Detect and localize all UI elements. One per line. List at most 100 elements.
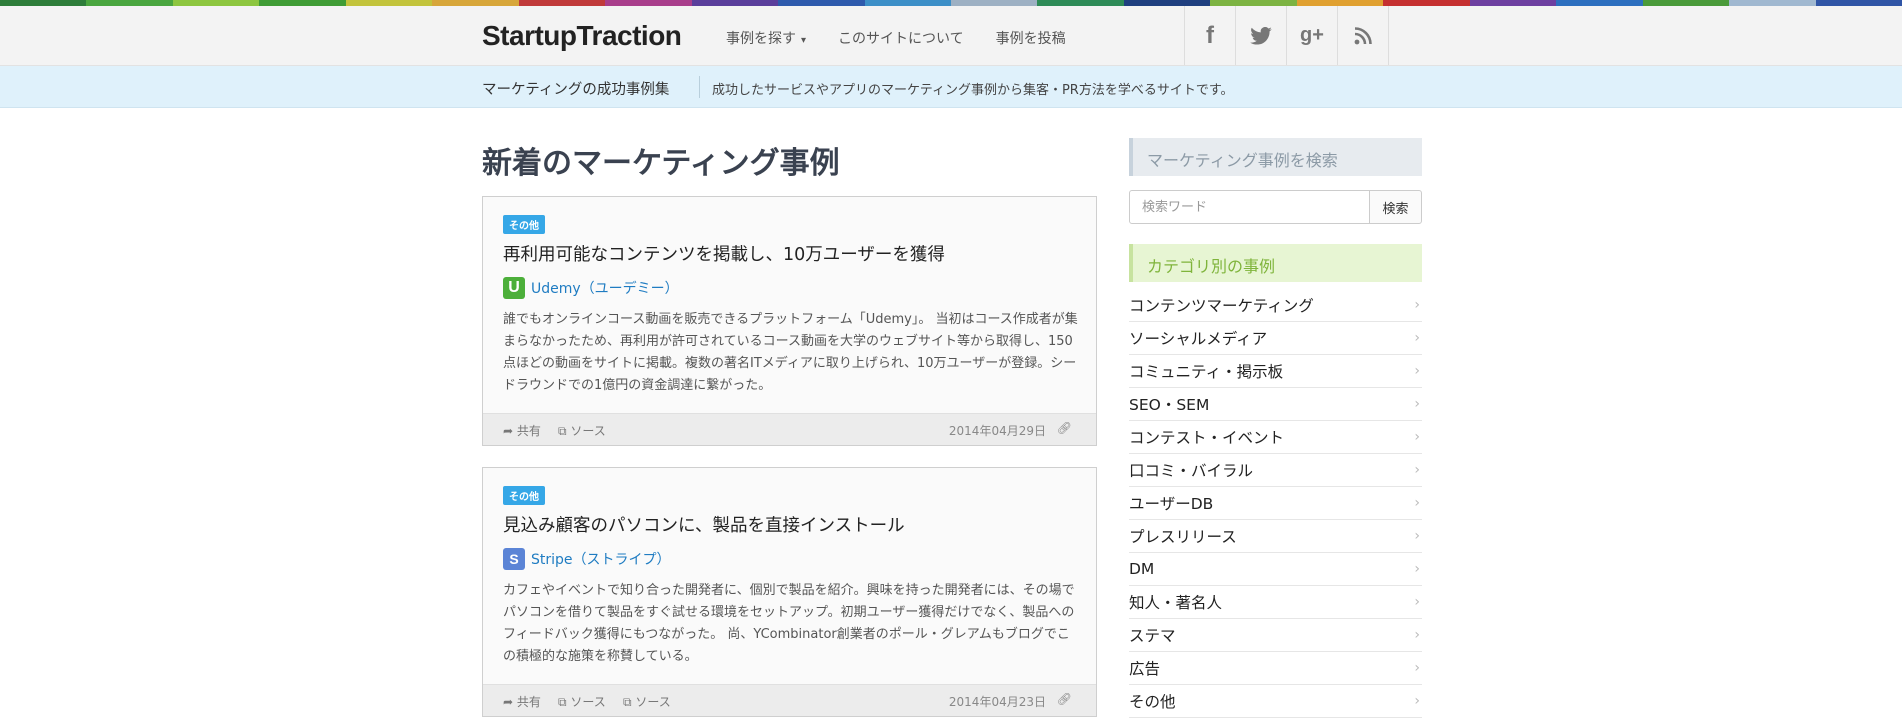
chevron-right-icon: › xyxy=(1414,627,1420,643)
chevron-right-icon: › xyxy=(1414,495,1420,511)
share-icon: ➦ xyxy=(503,695,517,709)
category-item[interactable]: 知人・著名人 › xyxy=(1129,586,1422,619)
chevron-right-icon: › xyxy=(1414,660,1420,676)
category-item[interactable]: コミュニティ・掲示板 › xyxy=(1129,355,1422,388)
category-item[interactable]: プレスリリース › xyxy=(1129,520,1422,553)
tagline-bar: マーケティングの成功事例集 成功したサービスやアプリのマーケティング事例から集客… xyxy=(0,66,1902,108)
case-description: 誰でもオンラインコース動画を販売できるプラットフォーム「Udemy」。 当初はコ… xyxy=(503,312,1078,393)
category-label: プレスリリース xyxy=(1129,528,1237,546)
chevron-right-icon: › xyxy=(1414,561,1420,577)
chevron-right-icon: › xyxy=(1414,330,1420,346)
category-badge[interactable]: その他 xyxy=(503,486,545,505)
category-heading-label: カテゴリ別の事例 xyxy=(1147,257,1276,276)
share-button[interactable]: ➦ 共有 xyxy=(503,422,541,439)
share-label: 共有 xyxy=(516,695,541,709)
category-item[interactable]: ステマ › xyxy=(1129,619,1422,652)
category-item[interactable]: 口コミ・バイラル › xyxy=(1129,454,1422,487)
chevron-right-icon: › xyxy=(1414,693,1420,709)
rss-shape xyxy=(1354,26,1372,44)
category-label: ユーザーDB xyxy=(1129,495,1214,513)
case-description: カフェやイベントで知り合った開発者に、個別で製品を紹介。興味を持った開発者には、… xyxy=(503,583,1075,664)
search-button[interactable]: 検索 xyxy=(1369,190,1422,224)
nav-find-cases[interactable]: 事例を探す ▾ xyxy=(726,28,806,48)
category-item[interactable]: コンテスト・イベント › xyxy=(1129,421,1422,454)
category-item[interactable]: DM › xyxy=(1129,553,1422,586)
share-label: 共有 xyxy=(516,424,541,438)
chevron-down-icon: ▾ xyxy=(801,35,807,46)
case-title[interactable]: 見込み顧客のパソコンに、製品を直接インストール xyxy=(503,512,905,537)
post-date: 2014年04月23日 xyxy=(948,695,1046,709)
search-input[interactable] xyxy=(1129,190,1370,224)
source-label: ソース xyxy=(635,695,671,709)
source-link[interactable]: ⧉ ソース xyxy=(558,422,606,439)
google-plus-glyph: g+ xyxy=(1300,24,1324,46)
category-item[interactable]: その他 › xyxy=(1129,685,1422,718)
facebook-glyph: f xyxy=(1206,21,1214,49)
udemy-logo-icon: U xyxy=(503,277,525,299)
category-label: 知人・著名人 xyxy=(1129,594,1223,612)
company-link[interactable]: Stripe（ストライプ） xyxy=(531,549,671,569)
category-label: ステマ xyxy=(1129,627,1176,645)
case-card: その他 見込み顧客のパソコンに、製品を直接インストール S Stripe（ストラ… xyxy=(482,467,1097,717)
card-footer: ➦ 共有 ⧉ ソース ⧉ ソース 2014年04月23日 🔗︎ xyxy=(483,684,1096,716)
case-card: その他 再利用可能なコンテンツを掲載し、10万ユーザーを獲得 U Udemy（ユ… xyxy=(482,196,1097,446)
rss-icon[interactable] xyxy=(1338,6,1389,65)
category-label: DM xyxy=(1129,560,1155,578)
category-label: SEO・SEM xyxy=(1129,396,1210,414)
stripe-logo-icon: S xyxy=(503,548,525,570)
chevron-right-icon: › xyxy=(1414,396,1420,412)
category-badge[interactable]: その他 xyxy=(503,215,545,234)
company-link[interactable]: Udemy（ユーデミー） xyxy=(531,278,679,298)
category-list: コンテンツマーケティング › ソーシャルメディア › コミュニティ・掲示板 › SEO・SE… xyxy=(1129,289,1422,718)
post-date: 2014年04月29日 xyxy=(948,424,1046,438)
category-item[interactable]: 広告 › xyxy=(1129,652,1422,685)
share-icon: ➦ xyxy=(503,424,517,438)
chevron-right-icon: › xyxy=(1414,462,1420,478)
chevron-right-icon: › xyxy=(1414,297,1420,313)
category-label: コンテスト・イベント xyxy=(1129,429,1285,447)
twitter-icon[interactable] xyxy=(1236,6,1287,65)
source-link[interactable]: ⧉ ソース xyxy=(558,693,606,710)
category-label: その他 xyxy=(1129,693,1176,711)
nav-about[interactable]: このサイトについて xyxy=(838,28,964,48)
tagline-divider xyxy=(699,76,700,98)
tagline-title: マーケティングの成功事例集 xyxy=(482,82,670,98)
site-logo[interactable]: StartupTraction xyxy=(482,20,682,52)
search-heading-label: マーケティング事例を検索 xyxy=(1147,151,1338,170)
category-item[interactable]: ソーシャルメディア › xyxy=(1129,322,1422,355)
category-label: 広告 xyxy=(1129,660,1161,678)
chevron-right-icon: › xyxy=(1414,528,1420,544)
category-item[interactable]: コンテンツマーケティング › xyxy=(1129,289,1422,322)
tagline-description: 成功したサービスやアプリのマーケティング事例から集客・PR方法を学べるサイトです… xyxy=(712,83,1234,98)
category-label: 口コミ・バイラル xyxy=(1129,462,1254,480)
nav-submit-case[interactable]: 事例を投稿 xyxy=(996,28,1066,48)
category-label: コミュニティ・掲示板 xyxy=(1129,363,1284,381)
category-label: コンテンツマーケティング xyxy=(1129,297,1314,315)
nav-find-cases-label: 事例を探す xyxy=(726,31,796,47)
external-link-icon: ⧉ xyxy=(623,695,636,709)
page-title: 新着のマーケティング事例 xyxy=(482,146,840,181)
external-link-icon: ⧉ xyxy=(558,695,571,709)
twitter-bird-shape xyxy=(1250,26,1272,45)
permalink-icon[interactable]: 🔗︎ xyxy=(1057,421,1072,435)
company-info: U Udemy（ユーデミー） xyxy=(503,277,679,299)
category-item[interactable]: ユーザーDB › xyxy=(1129,487,1422,520)
category-item[interactable]: SEO・SEM › xyxy=(1129,388,1422,421)
chevron-right-icon: › xyxy=(1414,429,1420,445)
google-plus-icon[interactable]: g+ xyxy=(1287,6,1338,65)
company-info: S Stripe（ストライプ） xyxy=(503,548,671,570)
source-label: ソース xyxy=(570,695,606,709)
permalink-icon[interactable]: 🔗︎ xyxy=(1057,692,1072,706)
chevron-right-icon: › xyxy=(1414,594,1420,610)
external-link-icon: ⧉ xyxy=(558,424,571,438)
source-label: ソース xyxy=(570,424,606,438)
social-links: f g+ xyxy=(1184,6,1389,65)
card-footer: ➦ 共有 ⧉ ソース 2014年04月29日 🔗︎ xyxy=(483,413,1096,445)
source-link[interactable]: ⧉ ソース xyxy=(623,693,671,710)
facebook-icon[interactable]: f xyxy=(1185,6,1236,65)
category-heading: カテゴリ別の事例 xyxy=(1129,244,1422,282)
main-nav: 事例を探す ▾ このサイトについて 事例を投稿 xyxy=(726,28,1098,48)
chevron-right-icon: › xyxy=(1414,363,1420,379)
share-button[interactable]: ➦ 共有 xyxy=(503,693,541,710)
case-title[interactable]: 再利用可能なコンテンツを掲載し、10万ユーザーを獲得 xyxy=(503,241,945,266)
